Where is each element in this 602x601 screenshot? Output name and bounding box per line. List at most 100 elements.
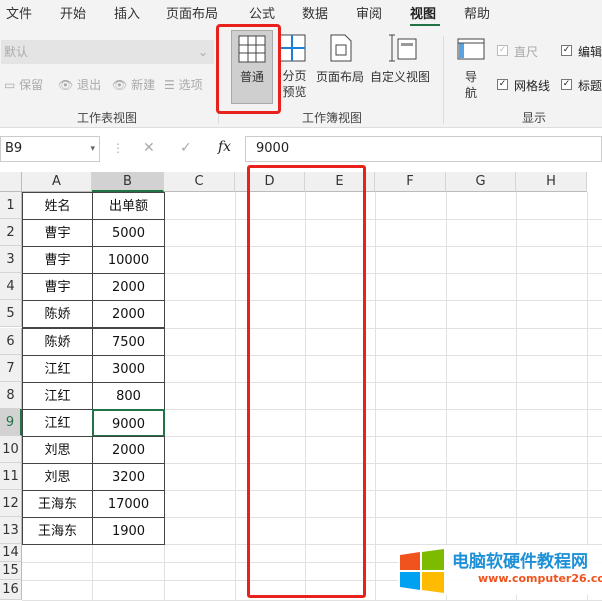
row-header-2[interactable]: 2: [0, 219, 22, 247]
style-select[interactable]: 默认 ⌄: [1, 40, 214, 64]
table-cell[interactable]: 17000: [92, 490, 165, 519]
table-cell[interactable]: 陈娇: [22, 300, 93, 329]
page-layout-button[interactable]: 页面布局: [316, 30, 368, 100]
name-box[interactable]: B9 ▾: [0, 136, 100, 162]
menu-tab-5[interactable]: 数据: [302, 3, 328, 22]
eye-icon: 👁: [58, 78, 74, 92]
ribbon: 文件 开始 插入 页面布局 公式 数据 审阅 视图 帮助 默认 ⌄ ▭ 保留 👁 退出 👁 新建 …: [0, 0, 602, 128]
insert-function-icon[interactable]: fx: [218, 139, 231, 155]
style-select-value: 默认: [4, 45, 29, 59]
row-header-11[interactable]: 11: [0, 463, 22, 491]
new-label: 新建: [131, 78, 156, 92]
row-header-12[interactable]: 12: [0, 490, 22, 518]
row-header-1[interactable]: 1: [0, 192, 22, 220]
row-header-10[interactable]: 10: [0, 435, 22, 463]
table-cell[interactable]: 曹宇: [22, 246, 93, 275]
menu-tab-6[interactable]: 审阅: [356, 3, 382, 22]
select-all-button[interactable]: [0, 172, 22, 192]
table-cell[interactable]: 陈娇: [22, 327, 93, 356]
table-cell[interactable]: 曹宇: [22, 219, 93, 248]
table-cell[interactable]: 江红: [22, 354, 93, 383]
options-button[interactable]: ☰ 选项: [164, 76, 203, 93]
custom-views-button[interactable]: 自定义视图: [370, 30, 434, 100]
table-cell[interactable]: 姓名: [22, 192, 93, 221]
gridlines-checkbox[interactable]: ✓: [497, 79, 508, 90]
table-cell[interactable]: 3200: [92, 463, 165, 492]
row-header-8[interactable]: 8: [0, 381, 22, 409]
table-cell[interactable]: 曹宇: [22, 273, 93, 302]
list-icon: ☰: [164, 78, 175, 92]
menu-tab-7[interactable]: 视图: [410, 3, 436, 22]
table-cell[interactable]: 王海东: [22, 517, 93, 546]
highlight-box-columns-de: [247, 165, 366, 598]
table-cell[interactable]: 2000: [92, 300, 165, 329]
row-header-13[interactable]: 13: [0, 517, 22, 545]
highlight-box-normal: [216, 24, 281, 114]
row-header-16[interactable]: 16: [0, 580, 22, 600]
row-header-6[interactable]: 6: [0, 327, 22, 355]
row-header-7[interactable]: 7: [0, 354, 22, 382]
group-label-show: 显示: [522, 111, 547, 125]
navigation-button[interactable]: 导 航: [455, 36, 487, 100]
formula-input[interactable]: 9000: [245, 136, 602, 162]
table-cell[interactable]: 江红: [22, 408, 93, 437]
row-header-3[interactable]: 3: [0, 246, 22, 274]
column-header-F[interactable]: F: [375, 172, 446, 192]
new-button[interactable]: 👁 新建: [112, 76, 155, 93]
column-header-C[interactable]: C: [164, 172, 235, 192]
menu-tab-0[interactable]: 文件: [6, 3, 32, 22]
table-cell[interactable]: 7500: [92, 327, 165, 356]
column-header-H[interactable]: H: [516, 172, 587, 192]
menu-tab-4[interactable]: 公式: [249, 3, 275, 22]
menu-tab-2[interactable]: 插入: [114, 3, 140, 22]
table-cell[interactable]: 刘思: [22, 435, 93, 464]
save-icon: ▭: [4, 78, 16, 92]
page-break-icon: [278, 34, 306, 62]
navigation-pane-icon: [457, 38, 485, 60]
row-header-4[interactable]: 4: [0, 273, 22, 301]
table-cell[interactable]: 刘思: [22, 463, 93, 492]
page-break-preview-button[interactable]: 分页预览: [276, 30, 314, 100]
table-cell[interactable]: 出单额: [92, 192, 165, 221]
table-cell[interactable]: 王海东: [22, 490, 93, 519]
column-header-B[interactable]: B: [92, 172, 164, 192]
row-header-14[interactable]: 14: [0, 544, 22, 562]
custom-view-icon: [389, 34, 417, 62]
column-header-G[interactable]: G: [446, 172, 516, 192]
watermark-title: 电脑软硬件教程网: [452, 552, 588, 572]
menu-tab-1[interactable]: 开始: [60, 3, 86, 22]
formula-bar-checkbox[interactable]: ✓: [561, 45, 572, 56]
enter-icon[interactable]: ✓: [180, 140, 192, 156]
menu-tab-8[interactable]: 帮助: [464, 3, 490, 22]
exit-label: 退出: [77, 78, 102, 92]
cancel-icon[interactable]: ✕: [143, 140, 155, 156]
table-cell[interactable]: 2000: [92, 273, 165, 302]
gridline: [235, 192, 236, 600]
selected-cell[interactable]: 9000: [92, 408, 165, 437]
exit-button[interactable]: 👁 退出: [58, 76, 101, 93]
watermark: 电脑软硬件教程网 www.computer26.com: [398, 545, 602, 595]
chevron-down-icon: ⌄: [197, 45, 208, 59]
navigation-label-2: 航: [465, 86, 478, 100]
table-cell[interactable]: 10000: [92, 246, 165, 275]
watermark-url: www.computer26.com: [478, 572, 602, 585]
row-header-5[interactable]: 5: [0, 300, 22, 328]
formula-bar-label: 编辑: [578, 45, 602, 59]
table-cell[interactable]: 800: [92, 381, 165, 410]
table-cell[interactable]: 3000: [92, 354, 165, 383]
table-cell[interactable]: 5000: [92, 219, 165, 248]
name-box-value: B9: [5, 141, 23, 156]
ruler-checkbox[interactable]: ✓: [497, 45, 508, 56]
keep-button[interactable]: ▭ 保留: [4, 76, 43, 93]
menu-tab-3[interactable]: 页面布局: [166, 3, 218, 22]
table-cell[interactable]: 江红: [22, 381, 93, 410]
headings-checkbox[interactable]: ✓: [561, 79, 572, 90]
row-header-15[interactable]: 15: [0, 562, 22, 580]
column-header-A[interactable]: A: [22, 172, 92, 192]
windows-logo-icon: [400, 549, 444, 593]
table-cell[interactable]: 1900: [92, 517, 165, 546]
headings-label: 标题: [578, 79, 602, 93]
gridlines-label: 网格线: [514, 79, 551, 93]
table-cell[interactable]: 2000: [92, 435, 165, 464]
row-header-9[interactable]: 9: [0, 408, 22, 436]
